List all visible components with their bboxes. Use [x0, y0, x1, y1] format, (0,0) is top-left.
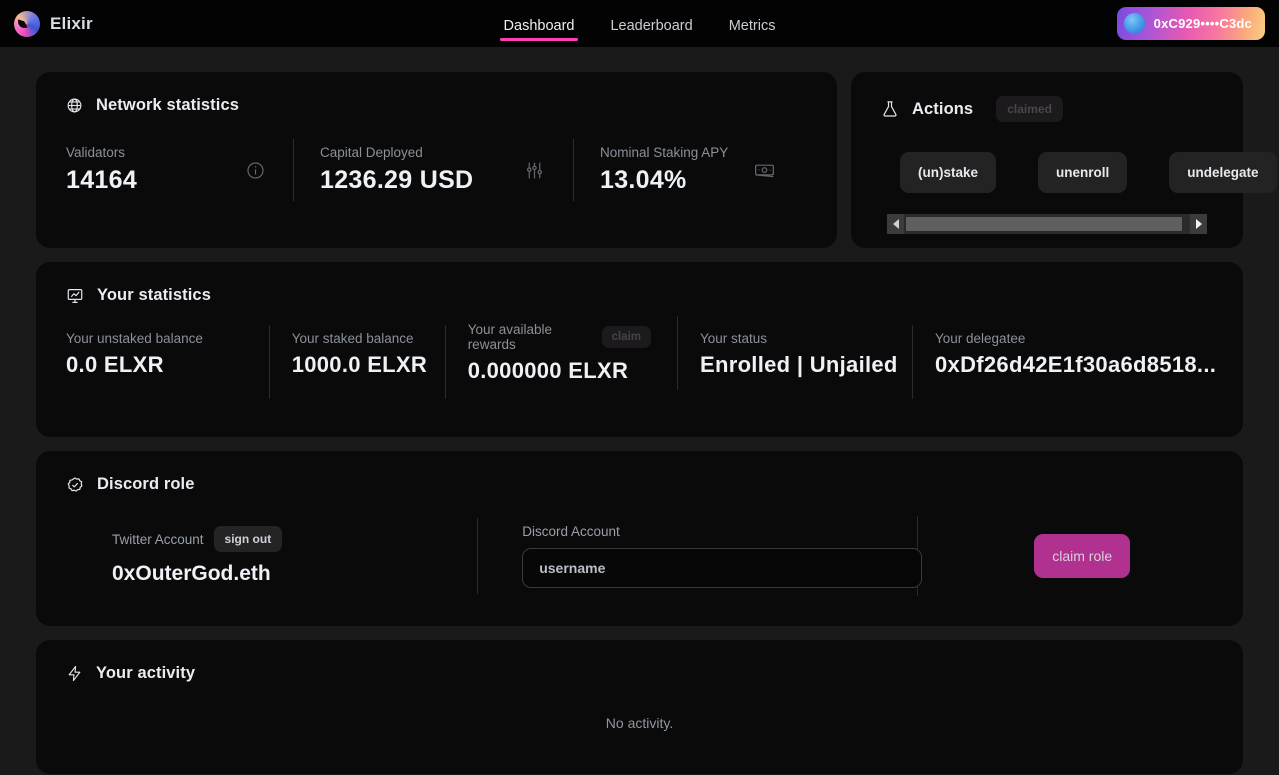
- row-top: Network statistics Validators 14164 Capi…: [36, 72, 1277, 248]
- stat-validators-label: Validators: [66, 145, 126, 160]
- top-header: Elixir Dashboard Leaderboard Metrics 0xC…: [0, 0, 1279, 47]
- network-statistics-header: Network statistics: [66, 96, 807, 115]
- twitter-handle: 0xOuterGod.eth: [112, 562, 271, 585]
- stat-capital-deployed-label: Capital Deployed: [320, 145, 423, 160]
- scroll-left-arrow-icon[interactable]: [887, 214, 904, 234]
- actions-horizontal-scrollbar[interactable]: [887, 214, 1207, 234]
- chart-presentation-icon: [66, 287, 84, 305]
- lightning-bolt-icon: [66, 665, 83, 682]
- row-discord-role: Discord role Twitter Account sign out 0x…: [36, 451, 1243, 626]
- your-activity-card: Your activity No activity.: [36, 640, 1243, 774]
- scroll-right-arrow-icon[interactable]: [1190, 214, 1207, 234]
- claim-badge: claim: [601, 326, 651, 348]
- flask-icon: [881, 100, 899, 118]
- your-activity-header: Your activity: [66, 664, 1213, 683]
- your-stat-available-rewards: Your available rewards claim 0.000000 EL…: [446, 316, 678, 390]
- stat-nominal-staking-apy-value: 13.04%: [600, 166, 687, 194]
- your-stat-available-rewards-value: 0.000000 ELXR: [467, 358, 629, 383]
- stat-capital-deployed: Capital Deployed 1236.29 USD: [294, 139, 574, 201]
- page-content: Network statistics Validators 14164 Capi…: [0, 62, 1279, 774]
- twitter-label-row: Twitter Account sign out: [112, 526, 447, 552]
- your-stat-delegatee-value: 0xDf26d42E1f30a6d8518...: [935, 352, 1217, 377]
- elixir-logo-icon: [14, 10, 40, 37]
- your-stat-available-rewards-label: Your available rewards claim: [468, 322, 651, 352]
- nav-item-leaderboard[interactable]: Leaderboard: [606, 5, 696, 43]
- wallet-avatar-icon: [1123, 13, 1145, 34]
- row-your-activity: Your activity No activity.: [36, 640, 1243, 774]
- actions-title: Actions: [912, 99, 974, 118]
- scrollbar-thumb[interactable]: [906, 217, 1182, 231]
- actions-header: Actions claimed: [881, 96, 1213, 122]
- stat-nominal-staking-apy: Nominal Staking APY 13.04%: [574, 139, 804, 201]
- twitter-account-label: Twitter Account: [112, 531, 204, 547]
- your-statistics-header: Your statistics: [66, 286, 1213, 305]
- twitter-account-section: Twitter Account sign out 0xOuterGod.eth: [66, 518, 479, 594]
- actions-card: Actions claimed (un)stake unenroll undel…: [851, 72, 1277, 248]
- check-badge-icon: [66, 476, 84, 494]
- your-stat-status-value: Enrolled | Unjailed: [700, 352, 898, 377]
- stat-nominal-staking-apy-label: Nominal Staking APY: [600, 145, 729, 160]
- your-stat-staked-balance-value: 1000.0 ELXR: [291, 352, 428, 377]
- activity-empty-text: No activity.: [605, 715, 674, 731]
- your-stat-status-label: Your status: [700, 331, 768, 346]
- undelegate-button[interactable]: undelegate: [1169, 152, 1277, 193]
- network-statistics-title: Network statistics: [96, 96, 240, 114]
- stat-validators-value: 14164: [66, 166, 138, 194]
- row-your-statistics: Your statistics Your unstaked balance 0.…: [36, 262, 1243, 437]
- discord-role-card: Discord role Twitter Account sign out 0x…: [36, 451, 1243, 626]
- your-stat-unstaked-balance-label: Your unstaked balance: [66, 331, 203, 346]
- stat-capital-deployed-value: 1236.29 USD: [320, 166, 474, 194]
- discord-role-body: Twitter Account sign out 0xOuterGod.eth …: [66, 516, 1213, 596]
- your-stat-delegatee-label: Your delegatee: [935, 331, 1026, 346]
- discord-role-header: Discord role: [66, 475, 1213, 494]
- your-statistics-card: Your statistics Your unstaked balance 0.…: [36, 262, 1243, 437]
- your-activity-title: Your activity: [96, 664, 196, 682]
- scrollbar-track[interactable]: [904, 214, 1190, 234]
- stat-validators: Validators 14164: [66, 139, 294, 201]
- discord-account-label: Discord Account: [522, 524, 620, 539]
- brand: Elixir: [14, 10, 234, 37]
- action-buttons: (un)stake unenroll undelegate: [881, 152, 1277, 193]
- nav-item-metrics[interactable]: Metrics: [725, 5, 780, 43]
- your-stat-unstaked-balance: Your unstaked balance 0.0 ELXR: [66, 325, 270, 399]
- claim-role-button[interactable]: claim role: [1034, 534, 1131, 578]
- discord-account-input[interactable]: [522, 548, 923, 588]
- your-stat-status: Your status Enrolled | Unjailed: [678, 325, 913, 399]
- network-statistics-card: Network statistics Validators 14164 Capi…: [36, 72, 837, 248]
- brand-name: Elixir: [50, 13, 93, 33]
- sign-out-button[interactable]: sign out: [213, 526, 283, 552]
- nav-item-dashboard[interactable]: Dashboard: [499, 5, 579, 43]
- your-stats-list: Your unstaked balance 0.0 ELXR Your stak…: [66, 316, 1217, 399]
- your-stat-delegatee: Your delegatee 0xDf26d42E1f30a6d8518...: [913, 325, 1217, 399]
- your-stat-staked-balance-label: Your staked balance: [291, 331, 414, 346]
- discord-role-title: Discord role: [97, 475, 195, 493]
- unstake-button[interactable]: (un)stake: [900, 152, 997, 193]
- network-stats-list: Validators 14164 Capital Deployed 1236.2…: [66, 139, 807, 201]
- your-statistics-title: Your statistics: [97, 286, 211, 304]
- your-stat-unstaked-balance-value: 0.0 ELXR: [66, 352, 164, 377]
- wallet-button[interactable]: 0xC929••••C3dc: [1116, 7, 1265, 40]
- unenroll-button[interactable]: unenroll: [1038, 152, 1128, 193]
- discord-account-section: Discord Account: [478, 516, 923, 596]
- sliders-icon: [524, 160, 545, 181]
- claim-role-section: claim role: [918, 526, 1213, 586]
- header-underbar: [0, 47, 1279, 62]
- info-icon[interactable]: [246, 161, 265, 180]
- your-stat-available-rewards-label-text: Your available rewards: [467, 322, 553, 352]
- globe-icon: [66, 97, 83, 114]
- banknote-icon: [753, 159, 776, 182]
- your-stat-staked-balance: Your staked balance 1000.0 ELXR: [270, 325, 446, 399]
- claimed-badge: claimed: [996, 96, 1063, 122]
- wallet-address: 0xC929••••C3dc: [1153, 16, 1252, 31]
